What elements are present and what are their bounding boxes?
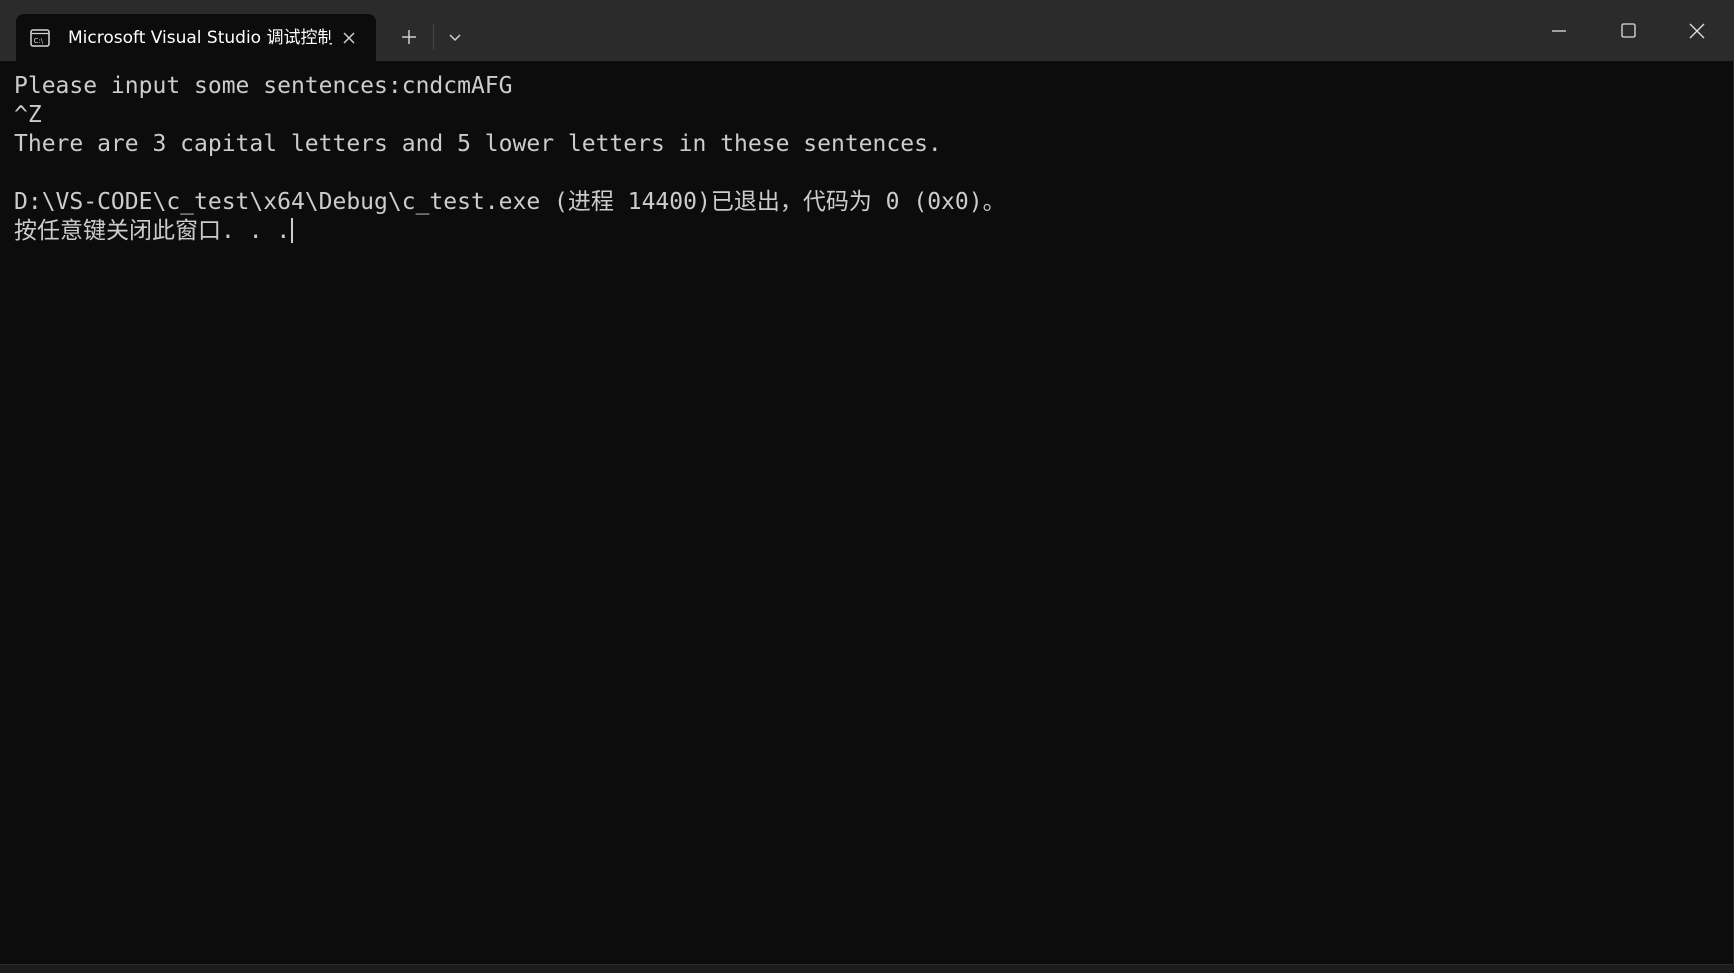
console-prompt-text: 按任意键关闭此窗口. . .: [14, 218, 291, 244]
close-icon[interactable]: [1674, 10, 1720, 54]
console-line: ^Z: [14, 102, 42, 128]
console-line-prompt: 按任意键关闭此窗口. . .: [14, 217, 1714, 246]
text-cursor: [291, 218, 294, 243]
plus-icon[interactable]: [394, 22, 424, 52]
tab-debug-console[interactable]: C:\ Microsoft Visual Studio 调试控制台: [16, 14, 376, 61]
console-line: Please input some sentences:cndcmAFG: [14, 73, 513, 99]
console-icon: C:\: [30, 28, 50, 48]
close-tab-icon[interactable]: [336, 25, 362, 51]
minimize-icon[interactable]: [1536, 10, 1582, 54]
terminal-window: C:\ Microsoft Visual Studio 调试控制台 Please…: [0, 0, 1734, 965]
chevron-down-icon[interactable]: [441, 22, 469, 52]
tab-divider: [433, 24, 434, 50]
tab-title: Microsoft Visual Studio 调试控制台: [68, 28, 332, 48]
title-bar: C:\ Microsoft Visual Studio 调试控制台: [0, 0, 1733, 61]
maximize-icon[interactable]: [1605, 10, 1651, 54]
console-line: D:\VS-CODE\c_test\x64\Debug\c_test.exe (…: [14, 189, 1006, 215]
svg-text:C:\: C:\: [34, 37, 44, 45]
console-line: There are 3 capital letters and 5 lower …: [14, 131, 942, 157]
console-output[interactable]: Please input some sentences:cndcmAFG ^Z …: [14, 72, 1714, 952]
